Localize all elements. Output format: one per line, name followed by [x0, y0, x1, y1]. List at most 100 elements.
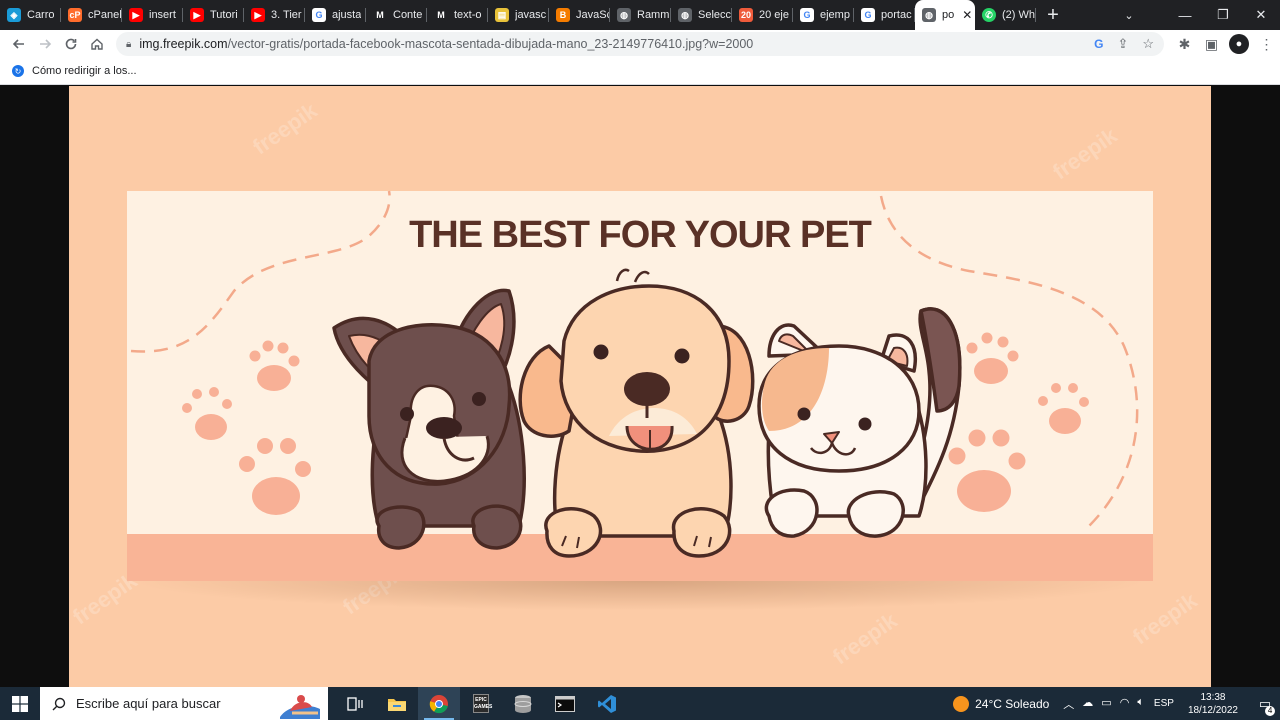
- tab-title: ajusta: [332, 9, 362, 21]
- database-icon: [514, 694, 532, 713]
- weather-widget[interactable]: 24°C Soleado: [953, 695, 1050, 712]
- volume-icon[interactable]: 🔈︎: [1137, 696, 1144, 712]
- tab-favicon-icon: ◍: [617, 8, 631, 22]
- chrome-icon: [429, 694, 448, 713]
- clock[interactable]: 13:38 18/12/2022: [1188, 691, 1238, 717]
- tab-favicon-icon: M: [373, 8, 387, 22]
- restore-button[interactable]: ❐: [1204, 0, 1242, 30]
- window-controls: ⌄ — ❐ ✕: [1112, 0, 1280, 30]
- tab-8[interactable]: ▤ javasc: [488, 0, 549, 30]
- url-text: img.freepik.com/vector-gratis/portada-fa…: [139, 37, 754, 51]
- tab-favicon-icon: 20: [739, 8, 753, 22]
- pets-illustration: [130, 190, 1139, 558]
- tab-favicon-icon: M: [434, 8, 448, 22]
- search-highlight-icon: [280, 695, 320, 719]
- minimize-button[interactable]: —: [1166, 0, 1204, 30]
- bulldog-illustration: [332, 288, 526, 550]
- tab-12[interactable]: 20 20 eje: [732, 0, 793, 30]
- language-indicator[interactable]: ESP: [1154, 698, 1174, 709]
- taskbar-search[interactable]: Escribe aquí para buscar: [40, 687, 328, 720]
- tab-favicon-icon: ◈: [7, 8, 21, 22]
- profile-avatar[interactable]: ●: [1229, 34, 1249, 54]
- wifi-icon[interactable]: ◠: [1120, 696, 1130, 712]
- bookmark-favicon-icon: ↻: [12, 65, 24, 77]
- chevron-up-icon[interactable]: ︿: [1063, 696, 1074, 712]
- tab-whatsapp[interactable]: ✆ (2) Wh: [975, 0, 1036, 30]
- reload-button[interactable]: [58, 30, 84, 58]
- weather-text: 24°C Soleado: [975, 696, 1050, 711]
- address-bar[interactable]: 🔒︎ img.freepik.com/vector-gratis/portada…: [116, 32, 1164, 56]
- notification-icon: ▭ 4: [1259, 696, 1276, 716]
- start-button[interactable]: [0, 687, 40, 720]
- page-viewport: freepik freepik freepik freepik freepik …: [0, 86, 1280, 687]
- tab-title: Conte: [393, 9, 423, 21]
- cat-illustration: [757, 307, 962, 538]
- tab-1[interactable]: cP cPanel: [61, 0, 122, 30]
- vscode-button[interactable]: [586, 687, 628, 720]
- new-tab-button[interactable]: +: [1036, 0, 1070, 30]
- bookmarks-bar: ↻ Cómo redirigir a los...: [0, 58, 1280, 85]
- search-placeholder: Escribe aquí para buscar: [76, 696, 221, 711]
- tab-0[interactable]: ◈ Carro: [0, 0, 61, 30]
- epic-games-button[interactable]: EPIC GAMES: [460, 687, 502, 720]
- vscode-icon: [598, 694, 616, 713]
- notification-count: 4: [1265, 705, 1276, 716]
- paw-icon: [948, 429, 1026, 512]
- tab-5[interactable]: Gajusta: [305, 0, 366, 30]
- share-icon[interactable]: ⇪: [1117, 36, 1128, 52]
- menu-icon[interactable]: ⋮: [1253, 36, 1280, 53]
- tab-4[interactable]: ▶ 3. Tier: [244, 0, 305, 30]
- image-artwork: freepik freepik freepik freepik freepik …: [69, 86, 1211, 687]
- chrome-button[interactable]: [418, 687, 460, 720]
- tab-title: 3. Tier: [271, 9, 302, 21]
- google-lens-icon[interactable]: G: [1094, 37, 1103, 51]
- tab-favicon-icon: cP: [68, 8, 82, 22]
- tab-13[interactable]: Gejemp: [793, 0, 854, 30]
- database-app-button[interactable]: [502, 687, 544, 720]
- tab-close-icon[interactable]: ✕: [962, 8, 972, 22]
- tab-favicon-icon: G: [312, 8, 326, 22]
- tab-search-icon[interactable]: ⌄: [1112, 0, 1146, 30]
- tab-6[interactable]: M Conte: [366, 0, 427, 30]
- tab-7[interactable]: Mtext-o: [427, 0, 488, 30]
- tab-11[interactable]: ◍ Selecc: [671, 0, 732, 30]
- tab-title: po: [942, 9, 955, 21]
- paw-icon: [239, 438, 311, 515]
- search-icon: [52, 697, 66, 710]
- arrow-left-icon: [12, 39, 24, 49]
- bookmark-item[interactable]: Cómo redirigir a los...: [32, 65, 137, 77]
- whatsapp-icon: ✆: [982, 8, 996, 22]
- banner-headline: THE BEST FOR YOUR PET: [409, 214, 872, 256]
- lock-icon: 🔒︎: [126, 38, 132, 50]
- tab-14[interactable]: Gportac: [854, 0, 915, 30]
- task-view-icon: [347, 696, 363, 711]
- task-view-button[interactable]: [334, 687, 376, 720]
- side-panel-icon[interactable]: ▣: [1198, 36, 1225, 53]
- back-button[interactable]: [6, 30, 32, 58]
- sun-icon: [953, 695, 970, 712]
- battery-icon[interactable]: ▭: [1101, 696, 1111, 712]
- tab-3[interactable]: ▶ Tutori: [183, 0, 244, 30]
- tab-title: 20 eje: [759, 9, 789, 21]
- terminal-button[interactable]: [544, 687, 586, 720]
- puppy-illustration: [518, 268, 755, 558]
- tab-9[interactable]: B JavaSc: [549, 0, 610, 30]
- paw-icon: [1038, 383, 1089, 434]
- clock-time: 13:38: [1200, 691, 1226, 703]
- tab-title: ejemp: [820, 9, 850, 21]
- file-explorer-button[interactable]: [376, 687, 418, 720]
- tab-10[interactable]: ◍ Ramm: [610, 0, 671, 30]
- forward-button[interactable]: [32, 30, 58, 58]
- home-button[interactable]: [84, 30, 110, 58]
- notification-center-button[interactable]: ▭ 4: [1250, 696, 1280, 716]
- terminal-icon: [555, 695, 575, 712]
- close-window-button[interactable]: ✕: [1242, 0, 1280, 30]
- onedrive-icon[interactable]: ☁: [1082, 696, 1093, 712]
- bookmark-star-icon[interactable]: ☆: [1142, 36, 1154, 52]
- extensions-icon[interactable]: ✱: [1171, 36, 1198, 53]
- tab-favicon-icon: ▶: [251, 8, 265, 22]
- paw-icon: [249, 340, 300, 391]
- tab-2[interactable]: ▶ insert: [122, 0, 183, 30]
- tab-favicon-icon: ▶: [129, 8, 143, 22]
- tab-active[interactable]: ◍ po ✕: [915, 0, 975, 30]
